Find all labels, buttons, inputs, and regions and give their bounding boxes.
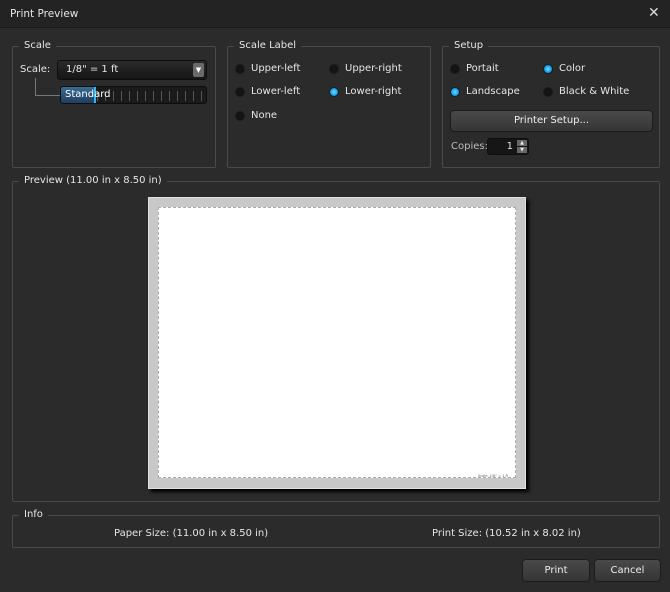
chevron-up-icon[interactable]: ▲ xyxy=(517,140,527,146)
radio-label: Upper-right xyxy=(345,63,402,74)
print-size: Print Size: (10.52 in x 8.02 in) xyxy=(432,528,581,539)
radio-label: None xyxy=(251,110,278,121)
radio-none[interactable]: None xyxy=(235,110,277,121)
radio-dot xyxy=(450,63,460,74)
window-title: Print Preview xyxy=(10,8,79,20)
copies-label: Copies: xyxy=(451,141,488,152)
radio-label: Lower-right xyxy=(345,86,402,97)
radio-label: Landscape xyxy=(466,86,520,97)
radio-color[interactable]: Color xyxy=(543,63,585,74)
scale-slider[interactable]: Standard xyxy=(60,86,207,104)
radio-lower-right[interactable]: Lower-right xyxy=(329,86,401,97)
radio-label: Upper-left xyxy=(251,63,301,74)
radio-upper-left[interactable]: Upper-left xyxy=(235,63,300,74)
title-bar xyxy=(0,0,670,28)
radio-dot xyxy=(543,86,553,97)
radio-landscape[interactable]: Landscape xyxy=(450,86,520,97)
slider-label: Standard xyxy=(65,89,111,100)
info-legend: Info xyxy=(19,509,48,520)
scale-label: Scale: xyxy=(20,64,51,75)
copies-value: 1 xyxy=(506,141,513,152)
page-scale-label: Scale: 1/8" = 1 ft xyxy=(478,474,508,478)
radio-dot-selected xyxy=(450,86,460,97)
radio-upper-right[interactable]: Upper-right xyxy=(329,63,402,74)
radio-black-white[interactable]: Black & White xyxy=(543,86,629,97)
print-button[interactable]: Print xyxy=(522,559,590,582)
scale-label-legend: Scale Label xyxy=(234,40,302,51)
preview-legend: Preview (11.00 in x 8.50 in) xyxy=(19,175,167,186)
paper-size: Paper Size: (11.00 in x 8.50 in) xyxy=(114,528,269,539)
scale-legend: Scale xyxy=(19,40,56,51)
radio-label: Color xyxy=(559,63,586,74)
radio-dot xyxy=(235,86,245,97)
radio-dot-selected xyxy=(329,86,339,97)
chevron-down-icon[interactable]: ▼ xyxy=(517,147,527,153)
radio-dot xyxy=(329,63,339,74)
radio-dot xyxy=(235,63,245,74)
copies-stepper[interactable]: 1 ▲ ▼ xyxy=(487,138,529,155)
scale-value: 1/8" = 1 ft xyxy=(66,64,119,75)
printable-area xyxy=(158,207,516,478)
setup-legend: Setup xyxy=(449,40,489,51)
connector-line xyxy=(35,78,60,96)
radio-lower-left[interactable]: Lower-left xyxy=(235,86,300,97)
radio-label: Black & White xyxy=(559,86,630,97)
chevron-down-icon[interactable]: ▼ xyxy=(193,63,204,77)
radio-dot xyxy=(235,110,245,121)
radio-label: Lower-left xyxy=(251,86,301,97)
close-icon[interactable]: ✕ xyxy=(648,5,660,21)
radio-dot-selected xyxy=(543,63,553,74)
radio-portrait[interactable]: Portait xyxy=(450,63,499,74)
cancel-button[interactable]: Cancel xyxy=(594,559,661,582)
radio-label: Portait xyxy=(466,63,499,74)
slider-ticks xyxy=(97,91,202,101)
scale-dropdown[interactable]: 1/8" = 1 ft ▼ xyxy=(57,60,207,80)
printer-setup-button[interactable]: Printer Setup... xyxy=(450,110,653,132)
